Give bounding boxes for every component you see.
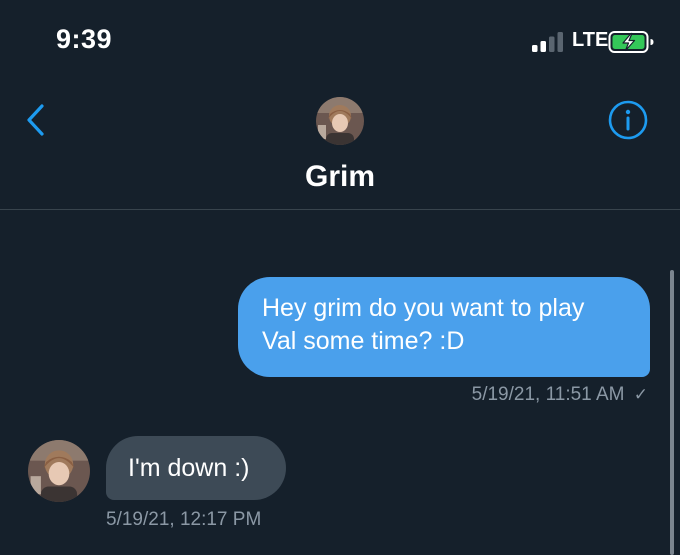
sent-message-meta: 5/19/21, 11:51 AM ✓ (472, 384, 648, 406)
checkmark-icon: ✓ (633, 385, 648, 404)
contact-avatar[interactable] (316, 97, 364, 145)
network-type: LTE (572, 29, 609, 51)
received-message-avatar[interactable] (28, 440, 90, 502)
battery-charging-icon (608, 31, 654, 53)
status-time: 9:39 (56, 24, 113, 54)
sent-message-timestamp: 5/19/21, 11:51 AM (471, 384, 625, 405)
info-button[interactable] (606, 98, 650, 142)
avatar-image (28, 440, 90, 502)
back-button[interactable] (18, 100, 54, 140)
sent-message-bubble[interactable]: Hey grim do you want to play Val some ti… (238, 277, 650, 377)
status-bar: 9:39 LTE (0, 0, 680, 80)
cellular-signal-icon (532, 32, 563, 52)
header-divider (0, 209, 680, 210)
received-message-timestamp: 5/19/21, 12:17 PM (106, 509, 262, 530)
contact-name[interactable]: Grim (0, 160, 680, 194)
received-message-bubble[interactable]: I'm down :) (106, 436, 286, 500)
scrollbar[interactable] (670, 270, 674, 555)
avatar-image (316, 97, 364, 145)
chevron-left-icon (27, 104, 44, 136)
info-icon (608, 100, 648, 140)
